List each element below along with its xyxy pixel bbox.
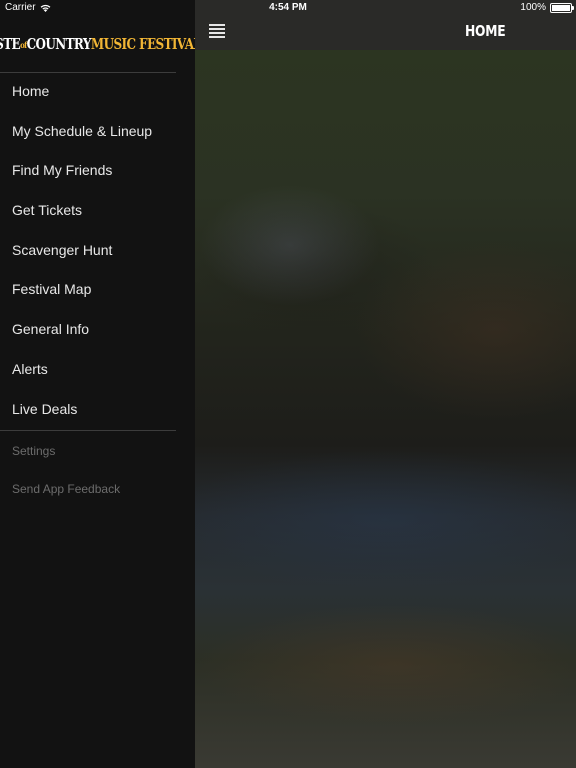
battery-icon [550,2,574,13]
sidebar-item-general-info[interactable]: General Info [0,310,176,350]
sidebar-item-schedule-lineup[interactable]: My Schedule & Lineup [0,112,176,152]
sidebar-item-find-friends[interactable]: Find My Friends [0,151,176,191]
battery-group: 100% [520,2,574,13]
logo-part-country: COUNTRY [26,35,92,53]
blurred-background-image[interactable] [195,50,576,768]
sidebar-item-send-feedback[interactable]: Send App Feedback [0,471,176,509]
sidebar-menu: Home My Schedule & Lineup Find My Friend… [0,72,176,429]
battery-percent: 100% [520,2,546,13]
sidebar-item-home[interactable]: Home [0,72,176,112]
sidebar-item-get-tickets[interactable]: Get Tickets [0,191,176,231]
status-time: 4:54 PM [269,2,307,13]
battery-level [552,4,570,11]
sidebar-item-scavenger-hunt[interactable]: Scavenger Hunt [0,231,176,271]
sidebar-item-festival-map[interactable]: Festival Map [0,270,176,310]
logo-part-music-festival: MUSIC FESTIVAL [90,35,202,53]
sidebar-item-alerts[interactable]: Alerts [0,350,176,390]
logo-wordmark: TASTEofCOUNTRYMUSIC FESTIVAL [0,35,202,53]
festival-logo: TASTEofCOUNTRYMUSIC FESTIVAL [0,33,202,55]
sidebar-item-live-deals[interactable]: Live Deals [0,390,176,430]
page-title: HOME [465,22,506,40]
hamburger-icon[interactable] [209,24,225,38]
main-content: HOME [195,0,576,768]
sidebar: TASTEofCOUNTRYMUSIC FESTIVAL Home My Sch… [0,0,202,768]
sidebar-secondary-menu: Settings Send App Feedback [0,433,176,508]
status-bar: Carrier 4:54 PM 100% [0,0,576,16]
logo-part-taste: TASTE [0,35,21,53]
sidebar-divider-bottom [0,430,176,431]
sidebar-item-settings[interactable]: Settings [0,433,176,471]
